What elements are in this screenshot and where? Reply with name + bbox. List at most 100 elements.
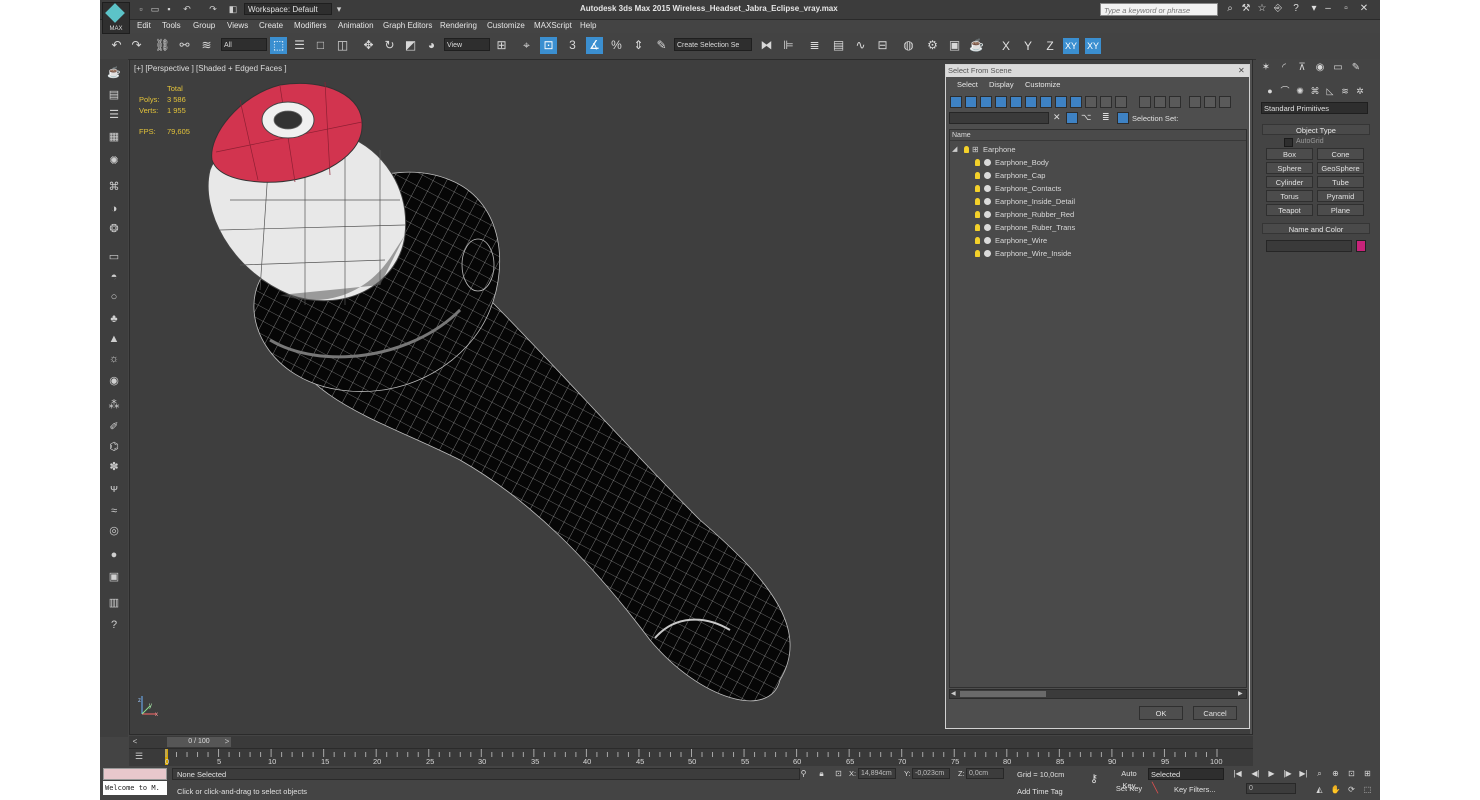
- mirror-icon[interactable]: ⧓: [758, 37, 775, 54]
- visibility-bulb-icon[interactable]: [975, 250, 980, 257]
- move-icon[interactable]: ✥: [360, 37, 377, 54]
- find-case-icon[interactable]: [1066, 112, 1078, 124]
- cloth-icon[interactable]: ◎: [106, 523, 122, 539]
- filter-bones-icon[interactable]: [1070, 96, 1082, 108]
- dialog-menu-customize[interactable]: Customize: [1025, 80, 1060, 89]
- help-circle-icon[interactable]: ?: [106, 617, 122, 633]
- angle-snap-toggle[interactable]: ∡: [586, 37, 603, 54]
- expand-chevron-icon[interactable]: ◢: [952, 143, 957, 156]
- object-name-field[interactable]: [1266, 240, 1352, 252]
- render-production-icon[interactable]: ☕: [968, 37, 985, 54]
- zoom-icon[interactable]: ⌕: [1314, 768, 1325, 779]
- set-key-mode-icon[interactable]: ╲: [1152, 783, 1158, 794]
- teapot-button[interactable]: Teapot: [1266, 204, 1313, 216]
- sphere-button[interactable]: Sphere: [1266, 162, 1313, 174]
- tree-row-object[interactable]: Earphone_Inside_Detail: [950, 195, 1246, 208]
- play-icon[interactable]: ▶: [1266, 768, 1277, 779]
- visibility-bulb-icon[interactable]: [975, 172, 980, 179]
- grass-icon[interactable]: ᴪ: [106, 481, 122, 497]
- axis-xy-button[interactable]: XY: [1063, 38, 1079, 54]
- dialog-menu-display[interactable]: Display: [989, 80, 1014, 89]
- script-icon[interactable]: ▣: [106, 569, 122, 585]
- pivot-center-icon[interactable]: ⊞: [493, 37, 510, 54]
- visibility-bulb-icon[interactable]: [975, 224, 980, 231]
- set-key-button[interactable]: Set Key: [1114, 783, 1144, 795]
- redo-icon[interactable]: ↷: [208, 4, 218, 14]
- shapes-category-icon[interactable]: ⌒: [1279, 85, 1291, 97]
- redo-button[interactable]: ↷: [128, 37, 145, 54]
- new-file-icon[interactable]: ▫: [136, 4, 146, 14]
- light-bulb-icon[interactable]: ✺: [106, 153, 122, 169]
- sign-in-icon[interactable]: ⎆: [1272, 3, 1284, 15]
- select-by-name-button[interactable]: ☰: [291, 37, 308, 54]
- time-prev-icon[interactable]: <: [130, 736, 140, 747]
- particles-icon[interactable]: ⁂: [106, 397, 122, 413]
- globe-icon[interactable]: ✽: [106, 459, 122, 475]
- tools-icon[interactable]: ⚒: [1240, 3, 1252, 15]
- filter-xrefs-icon[interactable]: [1055, 96, 1067, 108]
- cone-button[interactable]: Cone: [1317, 148, 1364, 160]
- undo-icon[interactable]: ↶: [182, 4, 192, 14]
- document-icon[interactable]: ▤: [106, 87, 122, 103]
- select-invert-icon[interactable]: [1169, 96, 1181, 108]
- menu-edit[interactable]: Edit: [137, 21, 151, 30]
- go-to-start-icon[interactable]: |◀: [1232, 768, 1243, 779]
- moon-icon[interactable]: ◑: [106, 201, 122, 217]
- schematic-view-icon[interactable]: ⊟: [874, 37, 891, 54]
- filter-cameras-icon[interactable]: [995, 96, 1007, 108]
- filter-geometry-icon[interactable]: [950, 96, 962, 108]
- torus-button[interactable]: Torus: [1266, 190, 1313, 202]
- axis-z-button[interactable]: Z: [1042, 38, 1058, 54]
- filter-helpers-icon[interactable]: [1010, 96, 1022, 108]
- chevron-down-icon[interactable]: ▾: [334, 4, 344, 14]
- find-input[interactable]: [949, 112, 1049, 124]
- hold-icon[interactable]: ◧: [228, 4, 238, 14]
- horizontal-scrollbar[interactable]: ◀ ▶: [949, 689, 1247, 699]
- cancel-button[interactable]: Cancel: [1193, 706, 1237, 720]
- plant-icon[interactable]: ♣: [106, 311, 122, 327]
- columns-icon[interactable]: [1219, 96, 1231, 108]
- sun-icon[interactable]: ☼: [106, 351, 122, 367]
- zoom-all-icon[interactable]: ⊕: [1330, 768, 1341, 779]
- time-slider[interactable]: < 0 / 100 >: [129, 736, 1253, 748]
- name-and-color-rollout-title[interactable]: Name and Color: [1262, 223, 1370, 234]
- autogrid-checkbox[interactable]: [1284, 138, 1293, 147]
- dome-icon[interactable]: ◓: [106, 269, 122, 285]
- fov-icon[interactable]: ◭: [1314, 784, 1325, 795]
- scene-object-list[interactable]: Name ◢ ⊞ Earphone Earphone_Body Earphone…: [949, 129, 1247, 688]
- menu-maxscript[interactable]: MAXScript: [534, 21, 572, 30]
- selection-set-icon[interactable]: [1117, 112, 1129, 124]
- filter-groups-icon[interactable]: [1040, 96, 1052, 108]
- layer-manager-icon[interactable]: ≣: [806, 37, 823, 54]
- list-icon[interactable]: ☰: [106, 107, 122, 123]
- menu-views[interactable]: Views: [227, 21, 248, 30]
- hierarchy-icon[interactable]: ⌥: [1081, 112, 1091, 123]
- spacewarps-category-icon[interactable]: ≋: [1339, 85, 1351, 97]
- place-icon[interactable]: ◕: [423, 37, 440, 54]
- filter-spacewarps-icon[interactable]: [1025, 96, 1037, 108]
- spinner-snap-icon[interactable]: ⇕: [630, 37, 647, 54]
- unlink-icon[interactable]: ⚯: [176, 37, 193, 54]
- filter-shapes-icon[interactable]: [965, 96, 977, 108]
- maximize-viewport-icon[interactable]: ⬚: [1362, 784, 1373, 795]
- star-icon[interactable]: ☆: [1256, 3, 1268, 15]
- search-input[interactable]: Type a keyword or phrase: [1100, 3, 1218, 16]
- axis-x-button[interactable]: X: [998, 38, 1014, 54]
- keyboard-shortcut-toggle[interactable]: ⊡: [540, 37, 557, 54]
- tree-row-root[interactable]: ◢ ⊞ Earphone: [950, 143, 1246, 156]
- undo-button[interactable]: ↶: [108, 37, 125, 54]
- film-icon[interactable]: ❂: [106, 221, 122, 237]
- primitive-category-dropdown[interactable]: Standard Primitives: [1261, 102, 1368, 114]
- visibility-bulb-icon[interactable]: [975, 185, 980, 192]
- visibility-bulb-icon[interactable]: [975, 198, 980, 205]
- menu-rendering[interactable]: Rendering: [440, 21, 477, 30]
- auto-key-button[interactable]: Auto Key: [1114, 768, 1144, 790]
- axis-y-button[interactable]: Y: [1020, 38, 1036, 54]
- binoculars-icon[interactable]: ⌕: [1224, 3, 1236, 15]
- open-file-icon[interactable]: ▭: [150, 4, 160, 14]
- shaded-sphere-icon[interactable]: ●: [106, 547, 122, 563]
- close-button[interactable]: ✕: [1358, 3, 1370, 15]
- x-coordinate-field[interactable]: 14,894cm: [858, 768, 896, 779]
- systems-category-icon[interactable]: ✲: [1354, 85, 1366, 97]
- clear-search-icon[interactable]: ✕: [1053, 112, 1061, 123]
